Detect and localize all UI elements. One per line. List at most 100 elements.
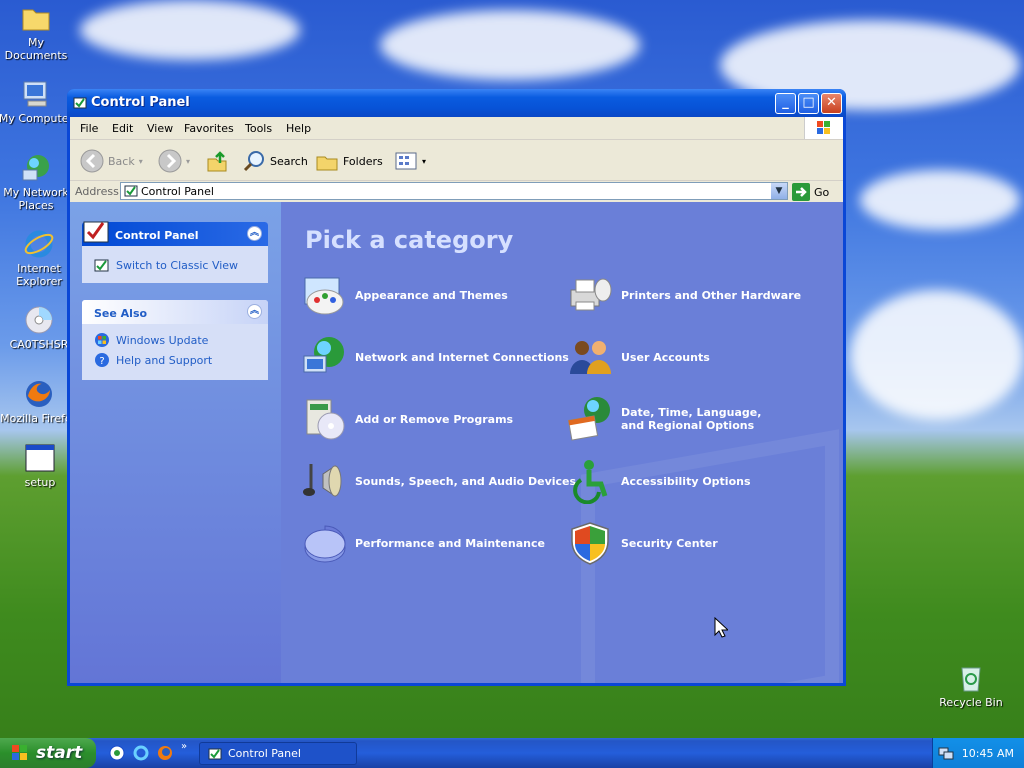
category-accessibility[interactable]: Accessibility Options	[567, 458, 751, 505]
menu-edit[interactable]: Edit	[112, 122, 133, 135]
windows-flag-icon	[12, 745, 27, 760]
address-bar: Address Control Panel ▼ Go	[70, 181, 843, 204]
collapse-chevron-icon[interactable]: ︽	[247, 304, 262, 319]
address-label: Address	[75, 185, 119, 198]
desktop-icon-label: My Documents	[4, 36, 68, 62]
menu-file[interactable]: File	[80, 122, 98, 135]
firefox-icon	[23, 378, 55, 410]
category-date-time[interactable]: Date, Time, Language, and Regional Optio…	[567, 396, 781, 442]
add-remove-icon	[301, 396, 347, 442]
category-performance[interactable]: Performance and Maintenance	[301, 520, 545, 566]
quicklaunch-desktop-icon[interactable]	[108, 744, 126, 762]
forward-arrow-icon	[158, 149, 182, 173]
category-sounds[interactable]: Sounds, Speech, and Audio Devices	[301, 458, 576, 504]
performance-icon	[301, 520, 347, 566]
desktop-icon-recycle-bin[interactable]: Recycle Bin	[931, 662, 1011, 709]
panel-header[interactable]: Control Panel ︽	[82, 221, 268, 246]
page-heading: Pick a category	[305, 226, 514, 254]
go-button[interactable]: Go	[792, 183, 829, 201]
control-panel-small-icon	[94, 259, 109, 272]
clock[interactable]: 10:45 AM	[962, 747, 1014, 760]
start-button[interactable]: start	[0, 738, 96, 768]
category-user-accounts[interactable]: User Accounts	[567, 334, 710, 380]
content-area: Control Panel ︽ Switch to Classic View S…	[70, 202, 843, 683]
window-title: Control Panel	[91, 95, 190, 110]
help-support-link[interactable]: ? Help and Support	[94, 352, 212, 368]
views-icon	[395, 152, 417, 170]
folders-button[interactable]: Folders	[315, 149, 383, 173]
quicklaunch-firefox-icon[interactable]	[156, 744, 174, 762]
window-app-icon	[24, 442, 56, 474]
category-printers[interactable]: Printers and Other Hardware	[567, 272, 801, 318]
category-appearance[interactable]: Appearance and Themes	[301, 272, 508, 318]
close-button[interactable]: ✕	[821, 93, 842, 114]
control-panel-icon	[208, 748, 222, 759]
desktop-icon-my-documents[interactable]: My Documents	[0, 2, 76, 62]
windows-update-link[interactable]: Windows Update	[94, 332, 208, 348]
quicklaunch-ie-icon[interactable]	[132, 744, 150, 762]
windows-update-icon	[95, 333, 109, 347]
back-button[interactable]: Back ▾	[80, 149, 143, 173]
ie-icon	[23, 228, 55, 260]
desktop-icon-label: My Network Places	[3, 186, 69, 212]
folder-icon	[20, 2, 52, 34]
menu-bar: File Edit View Favorites Tools Help	[70, 117, 843, 140]
desktop-icon-label: Recycle Bin	[939, 696, 1003, 709]
sound-icon	[301, 458, 347, 504]
taskbar: start » Control Panel 10:45 AM	[0, 738, 1024, 768]
up-folder-icon	[207, 151, 227, 172]
title-bar[interactable]: Control Panel _ □ ✕	[67, 89, 846, 117]
back-arrow-icon	[80, 149, 104, 173]
task-pane: Control Panel ︽ Switch to Classic View S…	[70, 202, 281, 683]
menu-tools[interactable]: Tools	[245, 122, 272, 135]
windows-logo-icon	[804, 117, 843, 139]
switch-classic-view-link[interactable]: Switch to Classic View	[94, 257, 238, 273]
address-dropdown-icon[interactable]: ▼	[771, 183, 787, 199]
desktop-icon-my-computer[interactable]: My Computer	[0, 78, 76, 125]
collapse-chevron-icon[interactable]: ︽	[247, 226, 262, 241]
toolbar: Back ▾ ▾ Search Folders ▾	[70, 140, 843, 181]
control-panel-panel: Control Panel ︽ Switch to Classic View	[82, 221, 268, 283]
users-icon	[567, 334, 613, 380]
see-also-header[interactable]: See Also ︽	[82, 300, 268, 324]
category-network[interactable]: Network and Internet Connections	[301, 334, 569, 380]
svg-text:?: ?	[99, 356, 104, 367]
views-button[interactable]: ▾	[394, 149, 426, 173]
up-folder-button[interactable]	[205, 149, 229, 173]
mouse-cursor-icon	[714, 617, 728, 638]
datetime-icon	[567, 396, 613, 442]
forward-button[interactable]: ▾	[158, 149, 190, 173]
menu-view[interactable]: View	[147, 122, 173, 135]
control-panel-icon	[124, 185, 138, 197]
category-security-center[interactable]: Security Center	[567, 520, 718, 566]
address-value: Control Panel	[141, 185, 214, 198]
taskbar-button-control-panel[interactable]: Control Panel	[199, 742, 357, 765]
address-input[interactable]: Control Panel ▼	[120, 182, 788, 200]
cd-icon	[23, 304, 55, 336]
search-button[interactable]: Search	[242, 149, 308, 173]
network-tray-icon[interactable]	[938, 745, 954, 761]
desktop-icon-label: My Computer	[0, 112, 74, 125]
help-icon: ?	[95, 353, 109, 367]
accessibility-icon	[567, 458, 613, 505]
folders-icon	[316, 156, 338, 171]
control-panel-large-icon	[83, 221, 109, 243]
computer-icon	[20, 78, 52, 110]
appearance-icon	[301, 272, 347, 318]
see-also-panel: See Also ︽ Windows Update ? Help and Sup…	[82, 300, 268, 380]
desktop-icon-my-network[interactable]: My Network Places	[0, 152, 76, 212]
control-panel-icon	[73, 96, 87, 114]
go-arrow-icon	[792, 183, 810, 201]
control-panel-window: Control Panel _ □ ✕ File Edit View Favor…	[67, 89, 846, 686]
menu-help[interactable]: Help	[286, 122, 311, 135]
recycle-bin-icon	[955, 662, 987, 694]
printer-icon	[567, 272, 613, 318]
shield-icon	[567, 520, 613, 566]
category-add-remove[interactable]: Add or Remove Programs	[301, 396, 513, 442]
minimize-button[interactable]: _	[775, 93, 796, 114]
menu-favorites[interactable]: Favorites	[184, 122, 234, 135]
system-tray: 10:45 AM	[932, 738, 1024, 768]
network-places-icon	[20, 152, 52, 184]
maximize-button[interactable]: □	[798, 93, 819, 114]
quicklaunch-more-icon[interactable]: »	[181, 741, 187, 752]
